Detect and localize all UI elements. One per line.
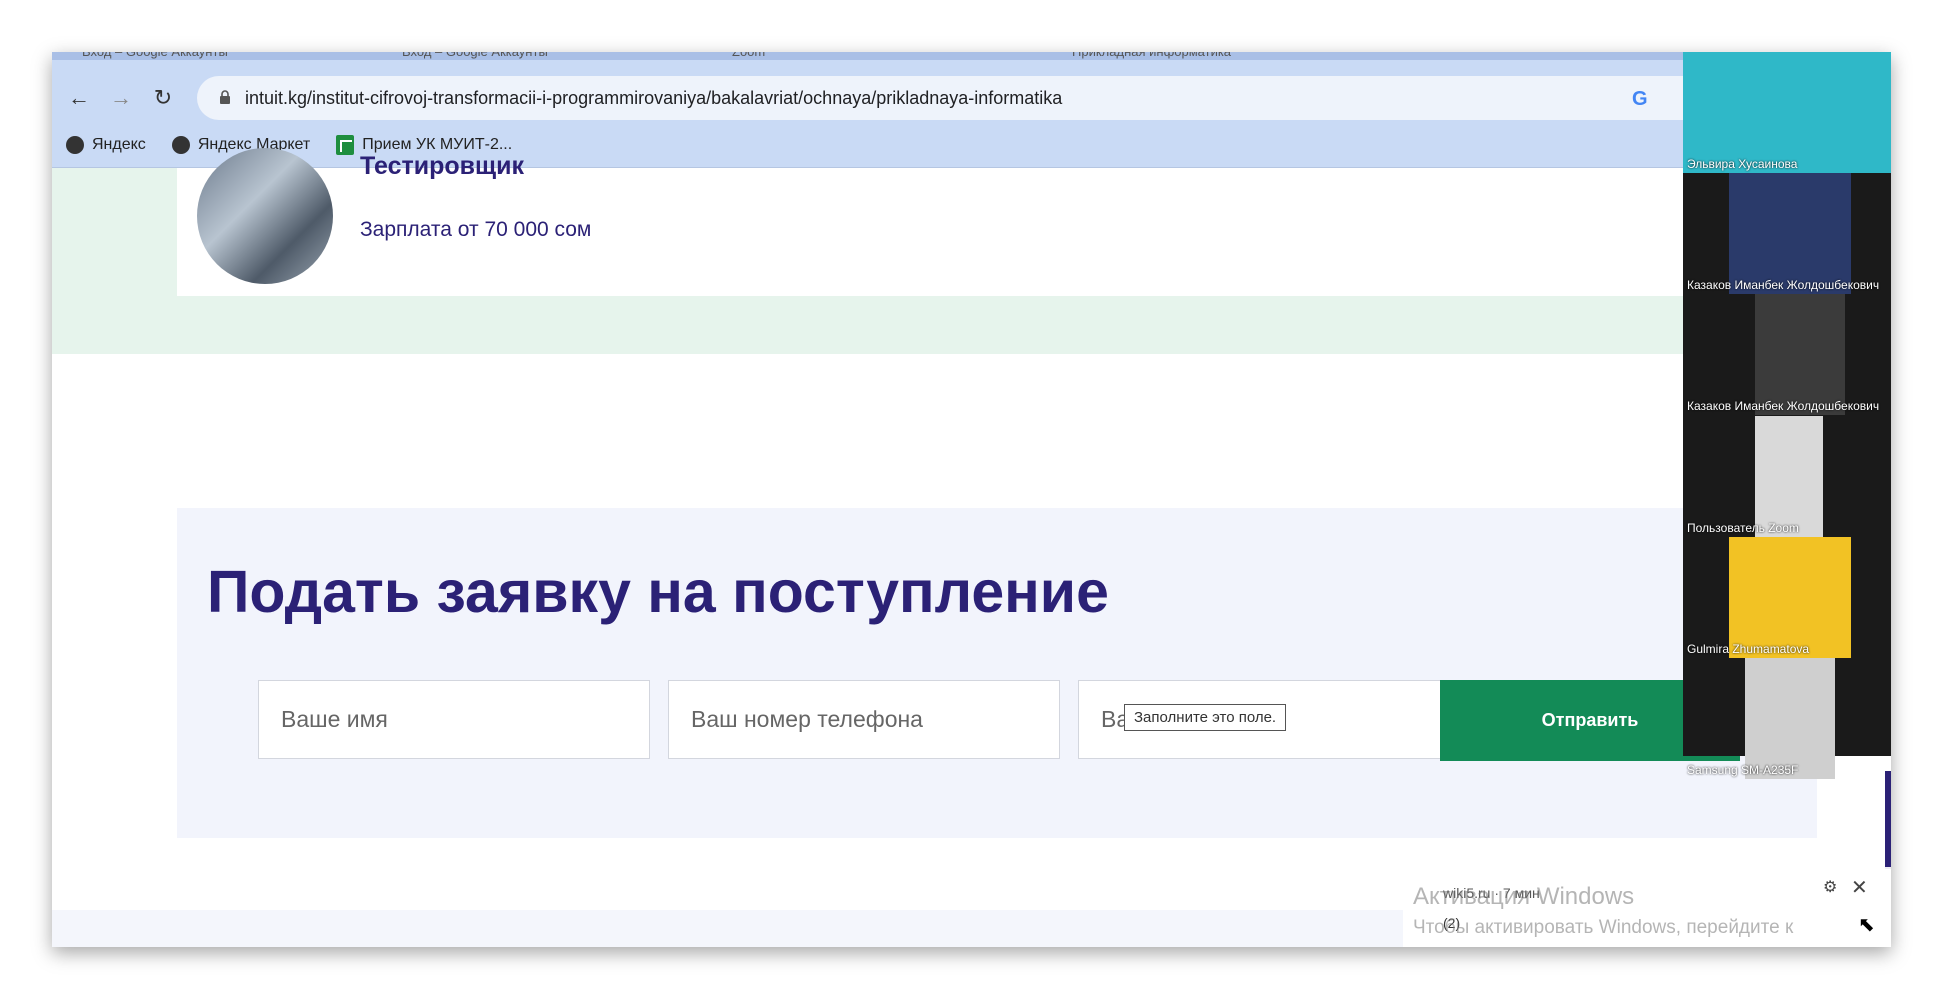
validation-tooltip: Заполните это поле. bbox=[1124, 704, 1287, 731]
web-page: Тестировщик Зарплата от 70 000 сом Подат… bbox=[52, 148, 1891, 947]
participant-name: Gulmira Zhumamatova bbox=[1687, 642, 1810, 656]
browser-toolbar: ← → ↻ intuit.kg/institut-cifrovoj-transf… bbox=[52, 60, 1891, 168]
job-card[interactable]: Тестировщик Зарплата от 70 000 сом bbox=[177, 148, 1777, 296]
vacancies-section: Тестировщик Зарплата от 70 000 сом bbox=[52, 148, 1891, 354]
tab-strip: Вход – Google Аккаунты Вход – Google Акк… bbox=[52, 52, 1891, 60]
participant-video bbox=[1755, 416, 1823, 537]
close-icon[interactable]: ✕ bbox=[1851, 875, 1868, 900]
globe-icon bbox=[66, 136, 84, 154]
name-input[interactable] bbox=[259, 681, 649, 758]
sheets-icon bbox=[336, 135, 355, 155]
bookmark-yandex[interactable]: Яндекс bbox=[66, 136, 146, 154]
tab-google-accounts-1[interactable]: Вход – Google Аккаунты bbox=[82, 52, 228, 60]
participant-video bbox=[1729, 173, 1851, 294]
reload-icon[interactable]: ↻ bbox=[150, 85, 176, 111]
participant-name: Samsung SM-A235F bbox=[1687, 763, 1799, 777]
phone-input[interactable] bbox=[669, 681, 1059, 758]
participant-tile[interactable]: Казаков Иманбек Жолдошбекович bbox=[1683, 173, 1891, 294]
lock-icon bbox=[220, 90, 230, 104]
tab-active[interactable]: Прикладная информатика bbox=[1072, 52, 1231, 60]
tab-zoom[interactable]: Zoom bbox=[732, 52, 765, 60]
address-bar[interactable]: intuit.kg/institut-cifrovoj-transformaci… bbox=[197, 76, 1727, 120]
participant-tile[interactable]: Эльвира Хусаинова bbox=[1683, 52, 1891, 173]
forward-icon[interactable]: → bbox=[108, 85, 134, 111]
participant-video bbox=[1729, 537, 1851, 658]
back-icon[interactable]: ← bbox=[66, 85, 92, 111]
screen-frame: Вход – Google Аккаунты Вход – Google Акк… bbox=[52, 52, 1891, 947]
phone-field bbox=[668, 680, 1060, 759]
job-salary: Зарплата от 70 000 сом bbox=[360, 218, 592, 241]
bookmark-label: Яндекс bbox=[92, 136, 146, 153]
mouse-cursor-icon: ⬉ bbox=[1858, 914, 1875, 936]
gear-icon[interactable]: ⚙ bbox=[1823, 877, 1837, 897]
participant-name: Эльвира Хусаинова bbox=[1687, 157, 1798, 171]
form-title: Подать заявку на поступление bbox=[207, 559, 1109, 625]
participant-tile[interactable]: Пользователь Zoom bbox=[1683, 416, 1891, 537]
tab-google-accounts-2[interactable]: Вход – Google Аккаунты bbox=[402, 52, 548, 60]
zoom-participants-panel: Эльвира Хусаинова Казаков Иманбек Жолдош… bbox=[1683, 52, 1891, 779]
participant-name: Пользователь Zoom bbox=[1687, 521, 1799, 535]
participant-tile[interactable]: Казаков Иманбек Жолдошбекович bbox=[1683, 294, 1891, 415]
participant-tile[interactable]: Gulmira Zhumamatova bbox=[1683, 537, 1891, 658]
google-icon[interactable]: G bbox=[1632, 88, 1648, 111]
participant-video bbox=[1745, 658, 1835, 779]
job-title: Тестировщик bbox=[360, 152, 525, 180]
participant-tile[interactable]: Samsung SM-A235F bbox=[1683, 658, 1891, 779]
windows-activation-title: Активация Windows bbox=[1413, 883, 1635, 910]
application-form: Подать заявку на поступление Отправить bbox=[177, 508, 1817, 838]
participant-name: Казаков Иманбек Жолдошбекович bbox=[1687, 399, 1880, 413]
participant-video bbox=[1755, 294, 1845, 415]
participant-video bbox=[1683, 52, 1891, 173]
name-field bbox=[258, 680, 650, 759]
page-scroll-edge bbox=[1885, 771, 1891, 869]
job-image bbox=[197, 148, 333, 284]
url-text: intuit.kg/institut-cifrovoj-transformaci… bbox=[245, 88, 1063, 108]
windows-activation-text: Чтобы активировать Windows, перейдите к bbox=[1413, 917, 1794, 938]
globe-icon bbox=[171, 136, 190, 154]
participant-name: Казаков Иманбек Жолдошбекович bbox=[1687, 278, 1880, 292]
